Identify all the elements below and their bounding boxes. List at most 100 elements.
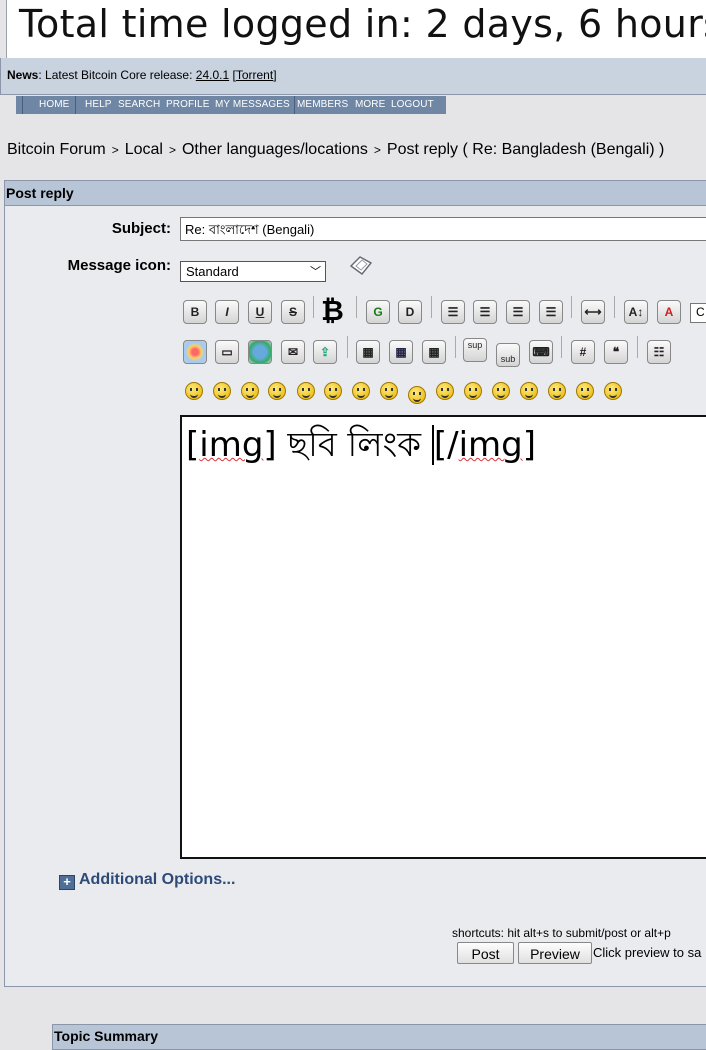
header-box: Total time logged in: 2 days, 6 hours an… bbox=[6, 0, 706, 59]
superscript-button[interactable]: sup bbox=[463, 338, 487, 362]
embarrassed-icon[interactable] bbox=[492, 382, 510, 400]
quote-icon[interactable]: ❝ bbox=[604, 340, 628, 364]
flash-icon[interactable] bbox=[183, 340, 207, 364]
news-text: : Latest Bitcoin Core release: bbox=[38, 68, 193, 82]
message-part: [ bbox=[186, 425, 200, 465]
menu-profile[interactable]: PROFILE bbox=[166, 99, 210, 110]
tongue-icon[interactable] bbox=[464, 382, 482, 400]
preview-hint: Click preview to sa bbox=[593, 945, 702, 960]
hyperlink-icon[interactable] bbox=[248, 340, 272, 364]
strikethrough-button[interactable]: S bbox=[281, 300, 305, 324]
breadcrumb-item[interactable]: Other languages/locations bbox=[182, 141, 368, 158]
toolbar-divider bbox=[455, 336, 456, 358]
subject-label: Subject: bbox=[111, 220, 171, 237]
font-face-select[interactable]: C bbox=[690, 303, 706, 323]
wink-icon[interactable] bbox=[213, 382, 231, 400]
subject-value: Re: বাংলাদেশ (Bengali) bbox=[185, 222, 315, 237]
news-bar: News: Latest Bitcoin Core release: 24.0.… bbox=[0, 58, 706, 95]
message-part: ] ছবি লিংক bbox=[263, 425, 432, 465]
align-left-icon[interactable]: ☰ bbox=[473, 300, 497, 324]
breadcrumb-separator: > bbox=[168, 143, 176, 157]
table-column-icon[interactable]: ▦ bbox=[422, 340, 446, 364]
message-icon-select[interactable]: Standard ﹀ bbox=[180, 261, 326, 282]
font-size-icon[interactable]: A↕ bbox=[624, 300, 648, 324]
message-icon-label: Message icon: bbox=[67, 257, 171, 274]
horizontal-rule-icon[interactable]: ⟷ bbox=[581, 300, 605, 324]
menu-home[interactable]: HOME bbox=[39, 99, 69, 110]
bold-button[interactable]: B bbox=[183, 300, 207, 324]
align-pre-icon[interactable]: ☰ bbox=[441, 300, 465, 324]
ftp-icon[interactable]: ⇪ bbox=[313, 340, 337, 364]
additional-options-link[interactable]: Additional Options... bbox=[79, 871, 235, 889]
table-row-icon[interactable]: ▦ bbox=[389, 340, 413, 364]
toolbar-divider bbox=[347, 336, 348, 358]
teletype-icon[interactable]: ⌨ bbox=[529, 340, 553, 364]
message-icon-preview bbox=[348, 254, 373, 276]
message-textarea[interactable]: [img] ছবি লিংক [/img] bbox=[180, 415, 706, 859]
smiley-icon[interactable] bbox=[185, 382, 203, 400]
topic-summary-title: Topic Summary bbox=[54, 1028, 158, 1044]
message-icon-value: Standard bbox=[186, 264, 239, 279]
angry-icon[interactable] bbox=[297, 382, 315, 400]
font-color-icon[interactable]: A bbox=[657, 300, 681, 324]
shadow-icon[interactable]: D bbox=[398, 300, 422, 324]
shocked-icon[interactable] bbox=[352, 382, 370, 400]
main-menu: HOME HELP SEARCH PROFILE MY MESSAGES MEM… bbox=[16, 96, 446, 114]
message-part: [/ bbox=[433, 425, 459, 465]
menu-members[interactable]: MEMBERS bbox=[297, 99, 348, 110]
bitcoin-icon[interactable]: ₿ bbox=[321, 295, 351, 327]
align-right-icon[interactable]: ☰ bbox=[539, 300, 563, 324]
version-link[interactable]: 24.0.1 bbox=[196, 68, 229, 82]
sad-icon[interactable] bbox=[324, 382, 342, 400]
post-button[interactable]: Post bbox=[457, 942, 514, 964]
lips-sealed-icon[interactable] bbox=[520, 382, 538, 400]
page-title: Total time logged in: 2 days, 6 hours an… bbox=[19, 2, 706, 46]
preview-button[interactable]: Preview bbox=[518, 942, 592, 964]
toolbar-divider bbox=[356, 296, 357, 318]
message-text: [img] ছবি লিংক [/img] bbox=[186, 419, 536, 476]
toolbar-divider bbox=[571, 296, 572, 318]
huh-icon[interactable] bbox=[408, 386, 426, 404]
table-icon[interactable]: ▦ bbox=[356, 340, 380, 364]
align-center-icon[interactable]: ☰ bbox=[506, 300, 530, 324]
breadcrumb-current: Post reply ( Re: Bangladesh (Bengali) ) bbox=[386, 141, 665, 158]
cool-icon[interactable] bbox=[380, 382, 398, 400]
breadcrumb-separator: > bbox=[111, 143, 119, 157]
panel-title: Post reply bbox=[6, 185, 74, 201]
menu-search[interactable]: SEARCH bbox=[118, 99, 160, 110]
menu-divider bbox=[22, 96, 23, 114]
menu-logout[interactable]: LOGOUT bbox=[391, 99, 434, 110]
email-icon[interactable]: ✉ bbox=[281, 340, 305, 364]
breadcrumb-item[interactable]: Bitcoin Forum bbox=[7, 141, 106, 158]
toolbar-divider bbox=[313, 296, 314, 318]
glow-icon[interactable]: G bbox=[366, 300, 390, 324]
roll-eyes-icon[interactable] bbox=[436, 382, 454, 400]
grin-icon[interactable] bbox=[268, 382, 286, 400]
panel-header: Post reply bbox=[5, 181, 706, 206]
expand-icon[interactable]: + bbox=[59, 875, 75, 890]
menu-my-messages[interactable]: MY MESSAGES bbox=[215, 99, 290, 110]
subscript-button[interactable]: sub bbox=[496, 343, 520, 367]
code-button[interactable]: # bbox=[571, 340, 595, 364]
cry-icon[interactable] bbox=[604, 382, 622, 400]
menu-more[interactable]: MORE bbox=[355, 99, 385, 110]
italic-button[interactable]: I bbox=[215, 300, 239, 324]
toolbar-divider bbox=[561, 336, 562, 358]
font-face-value: C bbox=[696, 305, 705, 319]
image-icon[interactable]: ▭ bbox=[215, 340, 239, 364]
kiss-icon[interactable] bbox=[576, 382, 594, 400]
breadcrumb-item[interactable]: Local bbox=[125, 141, 163, 158]
subject-input[interactable]: Re: বাংলাদেশ (Bengali) bbox=[180, 217, 706, 241]
torrent-link[interactable]: Torrent bbox=[236, 68, 273, 82]
menu-help[interactable]: HELP bbox=[85, 99, 112, 110]
news-label: News bbox=[7, 68, 39, 82]
undecided-icon[interactable] bbox=[548, 382, 566, 400]
menu-divider bbox=[294, 96, 295, 114]
message-part: img bbox=[199, 425, 264, 465]
underline-button[interactable]: U bbox=[248, 300, 272, 324]
toolbar-divider bbox=[431, 296, 432, 318]
list-icon[interactable]: ☷ bbox=[647, 340, 671, 364]
chevron-down-icon: ﹀ bbox=[310, 266, 321, 278]
cheesy-icon[interactable] bbox=[241, 382, 259, 400]
bracket-close: ] bbox=[273, 68, 277, 82]
